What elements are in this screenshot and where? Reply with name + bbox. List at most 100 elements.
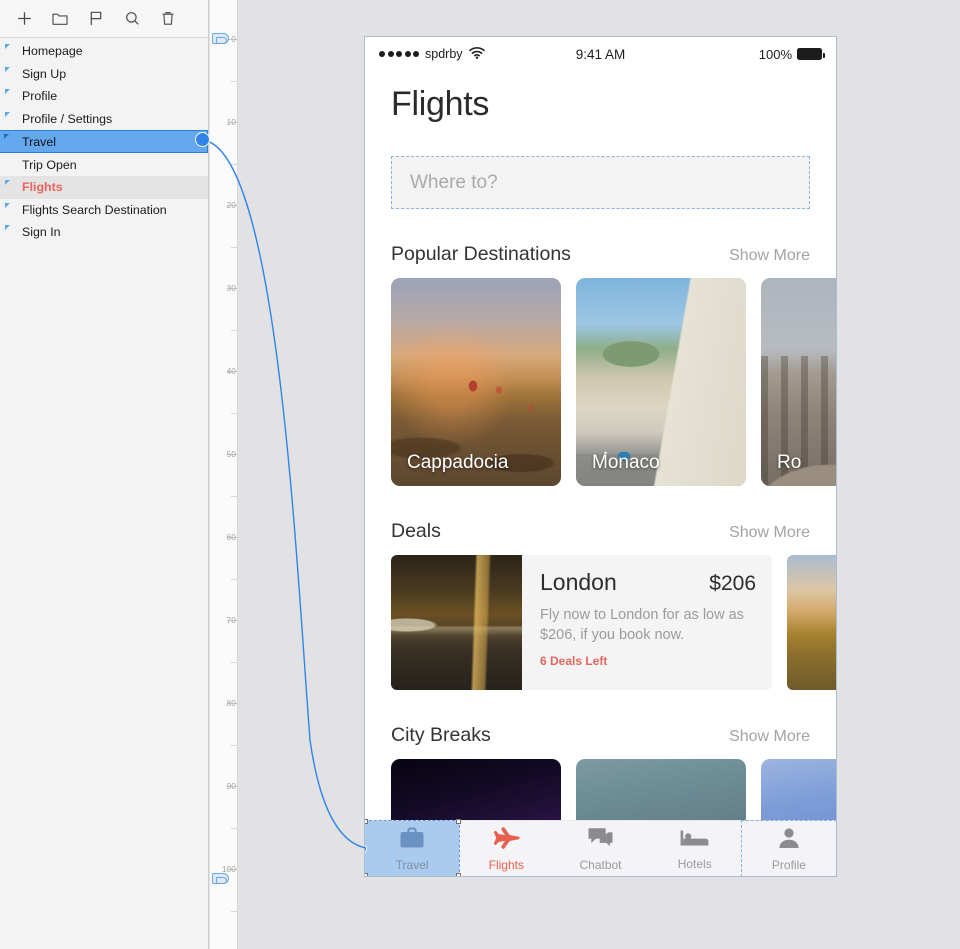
warm-landscape-image bbox=[787, 555, 836, 690]
flag-icon[interactable] bbox=[82, 5, 110, 33]
tab-label: Hotels bbox=[678, 857, 712, 871]
ruler-label: 90 bbox=[227, 781, 236, 791]
sidebar-item-profile-settings[interactable]: Profile / Settings bbox=[0, 108, 208, 131]
ruler-tick-minor bbox=[231, 164, 237, 165]
destination-card-row[interactable]: Cappadocia Monaco Ro bbox=[365, 278, 836, 486]
disclosure-triangle-icon[interactable] bbox=[5, 112, 10, 117]
ruler-tick-minor bbox=[231, 745, 237, 746]
sidebar-item-homepage[interactable]: Homepage bbox=[0, 40, 208, 63]
deal-city: London bbox=[540, 569, 617, 596]
disclosure-triangle-icon[interactable] bbox=[5, 89, 10, 94]
deals-left-badge: 6 Deals Left bbox=[540, 654, 756, 668]
ruler-label: 30 bbox=[227, 283, 236, 293]
selection-handle[interactable] bbox=[364, 873, 368, 877]
city-break-card[interactable] bbox=[761, 759, 836, 821]
sidebar-item-label: Sign In bbox=[22, 225, 61, 239]
tab-flights[interactable]: Flights bbox=[459, 821, 553, 876]
tab-travel[interactable]: Travel bbox=[365, 821, 459, 876]
show-more-deals[interactable]: Show More bbox=[729, 524, 810, 542]
ruler-label: 20 bbox=[227, 200, 236, 210]
pages-sidebar: Homepage Sign Up Profile Profile / Settings… bbox=[0, 0, 209, 949]
sidebar-item-label: Sign Up bbox=[22, 67, 66, 81]
deal-card[interactable]: London $206 Fly now to London for as low… bbox=[391, 555, 772, 690]
blue-sky-image bbox=[761, 759, 836, 821]
sidebar-item-label: Profile / Settings bbox=[22, 112, 112, 126]
disclosure-triangle-icon[interactable] bbox=[5, 225, 10, 230]
disclosure-triangle-icon[interactable] bbox=[5, 67, 10, 72]
destination-label: Ro bbox=[777, 452, 801, 474]
ruler-label: 60 bbox=[227, 532, 236, 542]
city-break-card-row[interactable] bbox=[365, 759, 836, 821]
tab-label: Flights bbox=[489, 858, 524, 872]
sidebar-item-sign-up[interactable]: Sign Up bbox=[0, 63, 208, 86]
tab-label: Chatbot bbox=[579, 858, 621, 872]
disclosure-triangle-icon[interactable] bbox=[5, 180, 10, 185]
sidebar-item-trip-open[interactable]: Trip Open bbox=[0, 153, 208, 176]
tab-link-anchor[interactable] bbox=[364, 843, 367, 854]
city-break-card[interactable] bbox=[391, 759, 561, 821]
guide-marker-top[interactable] bbox=[212, 33, 229, 44]
destination-card[interactable]: Cappadocia bbox=[391, 278, 561, 486]
selection-handle[interactable] bbox=[456, 873, 461, 877]
battery-full-icon bbox=[797, 48, 822, 60]
sidebar-item-sign-in[interactable]: Sign In bbox=[0, 221, 208, 244]
ruler-label: 70 bbox=[227, 615, 236, 625]
carrier-label: spdrby bbox=[425, 47, 463, 61]
airplane-icon bbox=[492, 826, 520, 855]
section-title: City Breaks bbox=[391, 724, 491, 747]
show-more-popular-destinations[interactable]: Show More bbox=[729, 247, 810, 265]
section-title: Deals bbox=[391, 520, 441, 543]
city-break-card[interactable] bbox=[576, 759, 746, 821]
destination-label: Cappadocia bbox=[407, 452, 508, 474]
search-input[interactable]: Where to? bbox=[391, 156, 810, 209]
selection-handle[interactable] bbox=[364, 819, 368, 824]
page-title: Flights bbox=[365, 71, 836, 124]
sidebar-item-label: Profile bbox=[22, 89, 57, 103]
tab-profile[interactable]: Profile bbox=[742, 821, 836, 876]
destination-card[interactable]: Ro bbox=[761, 278, 836, 486]
show-more-city-breaks[interactable]: Show More bbox=[729, 728, 810, 746]
deal-image bbox=[391, 555, 522, 690]
disclosure-triangle-icon[interactable] bbox=[5, 203, 10, 208]
sidebar-item-travel[interactable]: Travel bbox=[0, 130, 208, 153]
sidebar-item-profile[interactable]: Profile bbox=[0, 85, 208, 108]
sidebar-item-label: Trip Open bbox=[22, 158, 77, 172]
tab-hotels[interactable]: Hotels bbox=[648, 821, 742, 876]
tab-chatbot[interactable]: Chatbot bbox=[553, 821, 647, 876]
sidebar-item-flights[interactable]: Flights bbox=[0, 176, 208, 199]
deal-description: Fly now to London for as low as $206, if… bbox=[540, 605, 756, 645]
battery-percent-label: 100% bbox=[759, 47, 792, 62]
destination-card[interactable]: Monaco bbox=[576, 278, 746, 486]
trash-icon[interactable] bbox=[154, 5, 182, 33]
bottom-tab-bar: Travel Flights Chatbot bbox=[365, 820, 836, 876]
ruler-tick-minor bbox=[231, 330, 237, 331]
guide-marker-bottom[interactable] bbox=[212, 873, 229, 884]
tab-label: Travel bbox=[396, 858, 429, 872]
section-header-deals: Deals Show More bbox=[365, 520, 836, 543]
disclosure-triangle-icon[interactable] bbox=[4, 134, 9, 139]
ruler-label: 10 bbox=[227, 117, 236, 127]
folder-icon[interactable] bbox=[46, 5, 74, 33]
london-night-image bbox=[391, 555, 522, 690]
section-title: Popular Destinations bbox=[391, 243, 571, 266]
selection-handle[interactable] bbox=[456, 819, 461, 824]
briefcase-icon bbox=[399, 826, 425, 855]
sidebar-item-label: Homepage bbox=[22, 44, 83, 58]
teal-gray-image bbox=[576, 759, 746, 821]
disclosure-triangle-icon[interactable] bbox=[5, 44, 10, 49]
deal-card-row[interactable]: London $206 Fly now to London for as low… bbox=[365, 555, 836, 690]
search-icon[interactable] bbox=[118, 5, 146, 33]
ruler-label: 40 bbox=[227, 366, 236, 376]
sidebar-item-flights-search-destination[interactable]: Flights Search Destination bbox=[0, 199, 208, 222]
ruler-label: 50 bbox=[227, 449, 236, 459]
signal-dots-icon bbox=[379, 51, 419, 57]
sidebar-toolbar bbox=[0, 0, 208, 38]
ruler-label: 0 bbox=[231, 34, 236, 44]
chat-icon bbox=[587, 826, 614, 855]
ruler-tick-minor bbox=[231, 662, 237, 663]
add-icon[interactable] bbox=[10, 5, 38, 33]
status-bar: spdrby 9:41 AM 100% bbox=[365, 37, 836, 71]
prototype-link-anchor[interactable] bbox=[195, 132, 210, 147]
ruler-tick-minor bbox=[231, 81, 237, 82]
deal-card[interactable] bbox=[787, 555, 836, 690]
